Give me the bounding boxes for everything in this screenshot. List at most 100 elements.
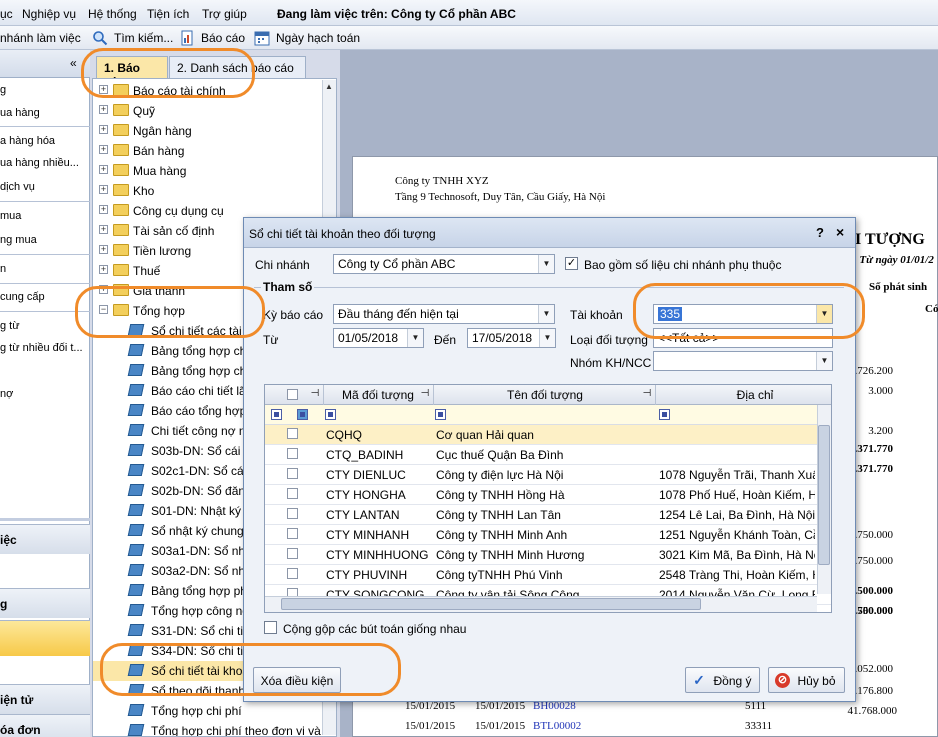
chevron-down-icon[interactable]: ▼ bbox=[407, 329, 423, 347]
menu-item-operations[interactable]: Nghiệp vụ bbox=[22, 7, 76, 21]
nav-group-selected[interactable] bbox=[0, 620, 90, 656]
col-header-name[interactable]: Tên đối tượng bbox=[433, 388, 657, 402]
row-checkbox[interactable] bbox=[287, 508, 298, 519]
ok-button[interactable]: ✓ Đồng ý bbox=[685, 667, 760, 693]
nav-item[interactable]: ua hàng bbox=[0, 107, 40, 119]
row-checkbox[interactable] bbox=[287, 488, 298, 499]
branch-select[interactable]: Công ty Cổ phần ABC ▼ bbox=[333, 254, 555, 274]
table-row[interactable]: CTY PHUVINH Công tyTNHH Phú Vinh 2548 Tr… bbox=[265, 565, 831, 585]
tree-folder[interactable]: + Mua hàng bbox=[93, 161, 323, 181]
nav-item[interactable]: g từ nhiều đối t... bbox=[0, 342, 83, 354]
table-row[interactable]: CTY DIENLUC Công ty điện lực Hà Nội 1078… bbox=[265, 465, 831, 485]
report-book-icon bbox=[127, 424, 145, 436]
pin-icon[interactable]: ⊣ bbox=[641, 388, 653, 399]
posting-date-button[interactable]: Ngày hạch toán bbox=[276, 31, 360, 45]
chevron-down-icon[interactable]: ▼ bbox=[816, 352, 832, 370]
nav-item[interactable]: a hàng hóa bbox=[0, 135, 55, 147]
nav-item[interactable]: cung cấp bbox=[0, 291, 45, 303]
expand-icon[interactable]: + bbox=[99, 205, 108, 214]
nav-group[interactable]: g bbox=[0, 588, 90, 618]
help-icon[interactable]: ? bbox=[816, 225, 824, 240]
table-row[interactable]: CTY HONGHA Công ty TNHH Hồng Hà 1078 Phố… bbox=[265, 485, 831, 505]
expand-icon[interactable]: + bbox=[99, 225, 108, 234]
tree-folder[interactable]: + Ngân hàng bbox=[93, 121, 323, 141]
chevron-down-icon[interactable]: ▼ bbox=[538, 255, 554, 273]
row-checkbox[interactable] bbox=[287, 548, 298, 559]
tree-report-item[interactable]: Tổng hợp chi phí bbox=[93, 701, 323, 721]
collapse-icon[interactable]: « bbox=[70, 56, 77, 70]
filter-icon[interactable] bbox=[435, 409, 446, 420]
expand-icon[interactable]: + bbox=[99, 125, 108, 134]
nav-item[interactable]: n bbox=[0, 263, 6, 275]
nav-item[interactable]: mua bbox=[0, 210, 21, 222]
row-checkbox[interactable] bbox=[287, 428, 298, 439]
report-icon bbox=[179, 30, 195, 46]
table-row[interactable]: CTY LANTAN Công ty TNHH Lan Tân 1254 Lê … bbox=[265, 505, 831, 525]
nav-item[interactable]: nợ bbox=[0, 388, 13, 400]
expand-icon[interactable]: + bbox=[99, 145, 108, 154]
filter-icon[interactable] bbox=[271, 409, 282, 420]
table-row[interactable]: CQHQ Cơ quan Hải quan bbox=[265, 425, 831, 445]
nav-item[interactable]: g từ bbox=[0, 320, 20, 332]
row-checkbox[interactable] bbox=[287, 568, 298, 579]
nav-item[interactable]: ua hàng nhiều... bbox=[0, 157, 79, 169]
tree-folder[interactable]: + Bán hàng bbox=[93, 141, 323, 161]
merge-entries-checkbox[interactable] bbox=[264, 621, 277, 634]
filter-icon[interactable] bbox=[297, 409, 308, 420]
grid-horizontal-thumb[interactable] bbox=[281, 598, 701, 610]
paper-address: Tầng 9 Technosoft, Duy Tân, Cầu Giấy, Hà… bbox=[395, 191, 606, 203]
include-branch-checkbox[interactable]: ✓ bbox=[565, 257, 578, 270]
table-row[interactable]: CTY MINHANH Công ty TNHH Minh Anh 1251 N… bbox=[265, 525, 831, 545]
branch-button[interactable]: nhánh làm việc bbox=[0, 31, 81, 45]
col-header-code[interactable]: Mã đối tượng bbox=[323, 388, 433, 402]
expand-icon[interactable]: + bbox=[99, 245, 108, 254]
report-book-icon bbox=[127, 624, 145, 636]
menu-item-catalog[interactable]: ục bbox=[0, 7, 13, 21]
cancel-button[interactable]: ⊘ Hủy bỏ bbox=[768, 667, 845, 693]
filter-icon[interactable] bbox=[325, 409, 336, 420]
pin-icon[interactable]: ⊣ bbox=[419, 388, 431, 399]
pin-icon[interactable]: ⊣ bbox=[309, 388, 321, 399]
nav-group[interactable]: iệc bbox=[0, 524, 90, 554]
menu-item-utilities[interactable]: Tiện ích bbox=[147, 7, 189, 21]
row-checkbox[interactable] bbox=[287, 468, 298, 479]
customer-group-select[interactable]: ▼ bbox=[653, 351, 833, 371]
tree-report-item[interactable]: Tổng hợp chi phí theo đơn vị và k bbox=[93, 721, 330, 736]
table-row[interactable]: CTY MINHHUONG Công ty TNHH Minh Hương 30… bbox=[265, 545, 831, 565]
select-all-checkbox[interactable] bbox=[287, 389, 298, 400]
tree-folder[interactable]: + Kho bbox=[93, 181, 323, 201]
check-icon: ✓ bbox=[693, 672, 705, 688]
nav-group[interactable]: iện tử bbox=[0, 684, 90, 714]
grid-vertical-thumb[interactable] bbox=[818, 425, 830, 565]
to-date-input[interactable]: 17/05/2018 ▼ bbox=[467, 328, 556, 348]
nav-item[interactable]: ng mua bbox=[0, 234, 37, 246]
chevron-down-icon[interactable]: ▼ bbox=[538, 305, 554, 323]
search-button[interactable]: Tìm kiếm... bbox=[114, 31, 173, 45]
expand-icon[interactable]: + bbox=[99, 265, 108, 274]
expand-icon[interactable]: + bbox=[99, 165, 108, 174]
chevron-down-icon[interactable]: ▼ bbox=[539, 329, 555, 347]
folder-icon bbox=[113, 244, 129, 256]
expand-icon[interactable]: + bbox=[99, 105, 108, 114]
report-book-icon bbox=[127, 524, 145, 536]
expand-icon[interactable]: + bbox=[99, 185, 108, 194]
paper-link[interactable]: BTL00002 bbox=[533, 720, 581, 732]
from-date-input[interactable]: 01/05/2018 ▼ bbox=[333, 328, 424, 348]
row-checkbox[interactable] bbox=[287, 448, 298, 459]
table-row[interactable]: CTQ_BADINH Cục thuế Quận Ba Đình bbox=[265, 445, 831, 465]
nav-group[interactable]: óa đơn bbox=[0, 714, 90, 737]
close-icon[interactable]: × bbox=[836, 224, 844, 240]
row-checkbox[interactable] bbox=[287, 528, 298, 539]
tree-folder[interactable]: + Quỹ bbox=[93, 101, 323, 121]
scroll-up-icon[interactable]: ▲ bbox=[324, 82, 334, 92]
menu-item-help[interactable]: Trợ giúp bbox=[202, 7, 247, 21]
nav-item[interactable]: dịch vụ bbox=[0, 181, 35, 193]
period-select[interactable]: Đầu tháng đến hiện tại ▼ bbox=[333, 304, 555, 324]
report-button[interactable]: Báo cáo bbox=[201, 31, 245, 45]
col-header-address[interactable]: Địa chỉ bbox=[655, 388, 831, 402]
paper-amount: 3.200 bbox=[868, 425, 893, 437]
grid-header: ⊣ Mã đối tượng ⊣ Tên đối tượng ⊣ Địa chỉ bbox=[265, 385, 831, 405]
menu-item-system[interactable]: Hệ thống bbox=[88, 7, 137, 21]
filter-icon[interactable] bbox=[659, 409, 670, 420]
nav-item[interactable]: g bbox=[0, 84, 6, 96]
